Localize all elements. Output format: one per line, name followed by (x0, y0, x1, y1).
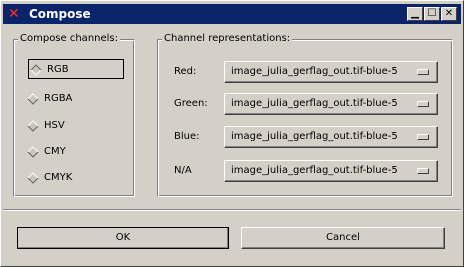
option-menu-indicator-icon (417, 168, 429, 174)
red-label: Red: (174, 66, 197, 77)
radio-indicator-icon (27, 120, 39, 132)
radio-indicator-icon (30, 64, 42, 76)
ok-button[interactable]: OK (17, 227, 229, 249)
option-menu-indicator-icon (417, 69, 429, 75)
radio-cmy[interactable]: CMY (26, 142, 66, 162)
cancel-button[interactable]: Cancel (241, 227, 445, 249)
radio-label: RGB (47, 64, 69, 75)
radio-label: RGBA (44, 93, 73, 104)
red-channel-select[interactable]: image_julia_gerflag_out.tif-blue-5 (224, 61, 438, 83)
radio-rgb[interactable]: RGB (28, 59, 124, 79)
title-bar[interactable]: ✕ Compose ▁ ☐ ✕ (3, 4, 461, 24)
compose-channels-label: Compose channels: (18, 33, 120, 45)
radio-cmyk[interactable]: CMYK (26, 168, 72, 188)
select-value: image_julia_gerflag_out.tif-blue-5 (231, 66, 398, 77)
radio-label: HSV (44, 120, 65, 131)
radio-label: CMY (44, 146, 66, 157)
select-value: image_julia_gerflag_out.tif-blue-5 (231, 165, 398, 176)
radio-hsv[interactable]: HSV (26, 116, 65, 136)
option-menu-indicator-icon (417, 134, 429, 140)
minimize-button[interactable]: ▁ (407, 7, 423, 21)
close-button[interactable]: ✕ (441, 7, 457, 21)
green-label: Green: (174, 98, 208, 109)
window-title: Compose (29, 7, 91, 21)
na-label: N/A (174, 165, 192, 176)
green-channel-select[interactable]: image_julia_gerflag_out.tif-blue-5 (224, 93, 438, 115)
compose-channels-group: Compose channels: RGB RGBA HSV CMY CMYK (13, 33, 135, 197)
blue-label: Blue: (174, 131, 200, 142)
radio-indicator-icon (27, 93, 39, 105)
radio-indicator-icon (27, 146, 39, 158)
option-menu-indicator-icon (417, 101, 429, 107)
channel-representations-label: Channel representations: (162, 33, 293, 45)
channel-representations-group: Channel representations: Red: image_juli… (157, 33, 453, 197)
compose-dialog: ✕ Compose ▁ ☐ ✕ Compose channels: RGB RG… (0, 0, 464, 267)
maximize-button[interactable]: ☐ (424, 7, 440, 21)
radio-indicator-icon (27, 172, 39, 184)
select-value: image_julia_gerflag_out.tif-blue-5 (231, 98, 398, 109)
radio-rgba[interactable]: RGBA (26, 89, 72, 109)
select-value: image_julia_gerflag_out.tif-blue-5 (231, 131, 398, 142)
blue-channel-select[interactable]: image_julia_gerflag_out.tif-blue-5 (224, 126, 438, 148)
button-separator (3, 209, 461, 211)
app-x-icon: ✕ (8, 6, 20, 22)
na-channel-select[interactable]: image_julia_gerflag_out.tif-blue-5 (224, 160, 438, 182)
radio-label: CMYK (44, 172, 73, 183)
